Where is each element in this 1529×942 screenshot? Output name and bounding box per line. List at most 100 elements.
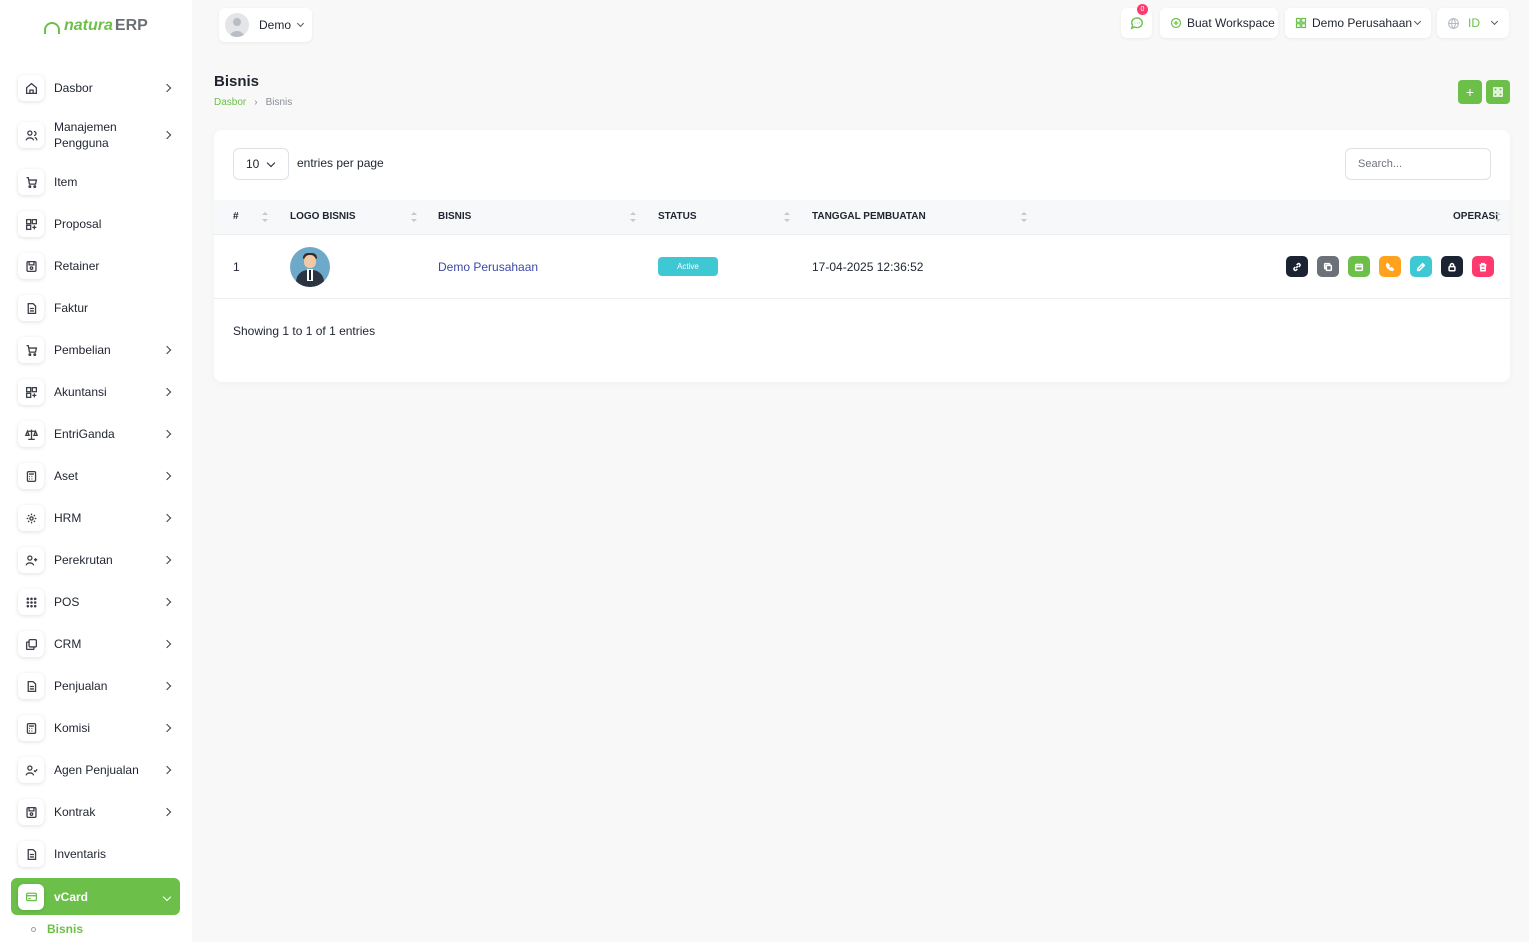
- chat-icon: [1130, 17, 1143, 30]
- sidebar-item-label: Pembelian: [54, 343, 111, 357]
- page-title: Bisnis: [214, 73, 260, 90]
- sidebar-nav: Dasbor Manajemen Pengguna Item Proposal …: [11, 67, 180, 915]
- contacts-button[interactable]: [1379, 256, 1401, 277]
- card-icon: [18, 883, 44, 910]
- chevron-right-icon: [162, 387, 172, 397]
- sidebar-item-label: Item: [54, 175, 78, 189]
- add-button[interactable]: +: [1458, 80, 1482, 104]
- lock-icon: [1448, 262, 1456, 271]
- sidebar-item-proposal[interactable]: Proposal: [11, 203, 180, 245]
- column-header-business[interactable]: BISNIS: [438, 211, 471, 222]
- sidebar-item-manajemen-pengguna[interactable]: Manajemen Pengguna: [11, 109, 180, 161]
- sidebar-item-inventaris[interactable]: Inventaris: [11, 833, 180, 875]
- chevron-down-icon: [1490, 17, 1499, 26]
- chevron-right-icon: [162, 723, 172, 733]
- sidebar-item-label: Penjualan: [54, 679, 108, 693]
- table-header: # LOGO BISNIS BISNIS STATUS TANGGAL PEMB…: [214, 200, 1510, 235]
- grid-view-button[interactable]: [1486, 80, 1510, 104]
- sidebar-item-label: Komisi: [54, 721, 91, 735]
- per-page-value: 10: [246, 157, 260, 171]
- column-header-number[interactable]: #: [233, 211, 239, 222]
- sidebar-item-aset[interactable]: Aset: [11, 455, 180, 497]
- sidebar-item-vcard[interactable]: vCard: [11, 878, 180, 915]
- chevron-right-icon: [162, 471, 172, 481]
- company-selector[interactable]: Demo Perusahaan: [1285, 8, 1431, 38]
- sidebar-item-entriganda[interactable]: EntriGanda: [11, 413, 180, 455]
- sidebar-item-faktur[interactable]: Faktur: [11, 287, 180, 329]
- file-icon: [18, 673, 44, 699]
- layers-icon: [18, 631, 44, 657]
- save-icon: [18, 799, 44, 825]
- chevron-down-icon: [162, 892, 172, 901]
- sidebar-item-crm[interactable]: CRM: [11, 623, 180, 665]
- language-selector[interactable]: ID: [1437, 8, 1509, 38]
- entries-per-page-select[interactable]: 10: [233, 148, 289, 180]
- sidebar-item-item[interactable]: Item: [11, 161, 180, 203]
- breadcrumb-current: Bisnis: [265, 97, 293, 108]
- sort-icon[interactable]: [630, 212, 636, 224]
- sidebar-item-hrm[interactable]: HRM: [11, 497, 180, 539]
- chevron-down-icon: [266, 158, 276, 168]
- password-button[interactable]: [1441, 256, 1463, 277]
- delete-button[interactable]: [1472, 256, 1494, 277]
- sidebar-item-penjualan[interactable]: Penjualan: [11, 665, 180, 707]
- sort-icon[interactable]: [411, 212, 417, 224]
- page-actions: +: [1458, 80, 1510, 104]
- cart-icon: [18, 337, 44, 363]
- column-header-status[interactable]: STATUS: [658, 211, 697, 222]
- language-label: ID: [1468, 16, 1480, 30]
- sidebar-subitem-bisnis[interactable]: Bisnis: [31, 922, 83, 936]
- status-badge: Active: [658, 257, 718, 276]
- grid-icon: [1493, 87, 1503, 97]
- trash-icon: [1479, 262, 1487, 271]
- logo-text-erp: ERP: [114, 17, 148, 34]
- sidebar-item-akuntansi[interactable]: Akuntansi: [11, 371, 180, 413]
- chevron-right-icon: [162, 597, 172, 607]
- business-name-link[interactable]: Demo Perusahaan: [438, 260, 538, 274]
- grid-icon: [18, 379, 44, 405]
- sidebar-item-label: Retainer: [54, 259, 100, 273]
- chevron-right-icon: [162, 765, 172, 775]
- column-header-operations[interactable]: OPERASI: [1453, 211, 1498, 222]
- edit-button[interactable]: [1410, 256, 1432, 277]
- sort-icon[interactable]: [1021, 212, 1027, 224]
- user-name: Demo: [259, 18, 292, 32]
- company-label: Demo Perusahaan: [1312, 16, 1413, 30]
- user-menu-button[interactable]: Demo: [219, 8, 312, 42]
- sidebar-item-label: Inventaris: [54, 847, 107, 861]
- breadcrumb-home-link[interactable]: Dasbor: [214, 97, 246, 108]
- sort-icon[interactable]: [262, 212, 268, 224]
- sidebar-item-label: Proposal: [54, 217, 102, 231]
- sidebar-item-agen-penjualan[interactable]: Agen Penjualan: [11, 749, 180, 791]
- sidebar-item-dasbor[interactable]: Dasbor: [11, 67, 180, 109]
- sort-icon[interactable]: [1495, 212, 1501, 224]
- calculator-icon: [18, 715, 44, 741]
- copy-link-button[interactable]: [1286, 256, 1308, 277]
- scale-icon: [18, 421, 44, 447]
- sidebar-item-pembelian[interactable]: Pembelian: [11, 329, 180, 371]
- chevron-right-icon: [162, 130, 172, 140]
- file-icon: [18, 841, 44, 867]
- sort-icon[interactable]: [784, 212, 790, 224]
- chevron-right-icon: [162, 513, 172, 523]
- chevron-right-icon: [162, 681, 172, 691]
- appointments-button[interactable]: [1348, 256, 1370, 277]
- sidebar-item-kontrak[interactable]: Kontrak: [11, 791, 180, 833]
- chevron-right-icon: [162, 345, 172, 355]
- file-icon: [18, 295, 44, 321]
- breadcrumb-separator: ›: [254, 97, 258, 108]
- sidebar-item-pos[interactable]: POS: [11, 581, 180, 623]
- column-header-created[interactable]: TANGGAL PEMBUATAN: [812, 211, 926, 222]
- sidebar-item-retainer[interactable]: Retainer: [11, 245, 180, 287]
- sidebar-item-komisi[interactable]: Komisi: [11, 707, 180, 749]
- app-logo[interactable]: natura ERP: [44, 17, 148, 35]
- sidebar-item-perekrutan[interactable]: Perekrutan: [11, 539, 180, 581]
- duplicate-button[interactable]: [1317, 256, 1339, 277]
- search-input[interactable]: [1345, 148, 1491, 180]
- create-workspace-button[interactable]: Buat Workspace: [1160, 8, 1278, 38]
- sidebar-item-label: Manajemen Pengguna: [54, 120, 117, 150]
- row-number: 1: [233, 260, 240, 274]
- column-header-logo[interactable]: LOGO BISNIS: [290, 211, 356, 222]
- chevron-right-icon: [162, 555, 172, 565]
- notifications-button[interactable]: 0: [1121, 4, 1152, 38]
